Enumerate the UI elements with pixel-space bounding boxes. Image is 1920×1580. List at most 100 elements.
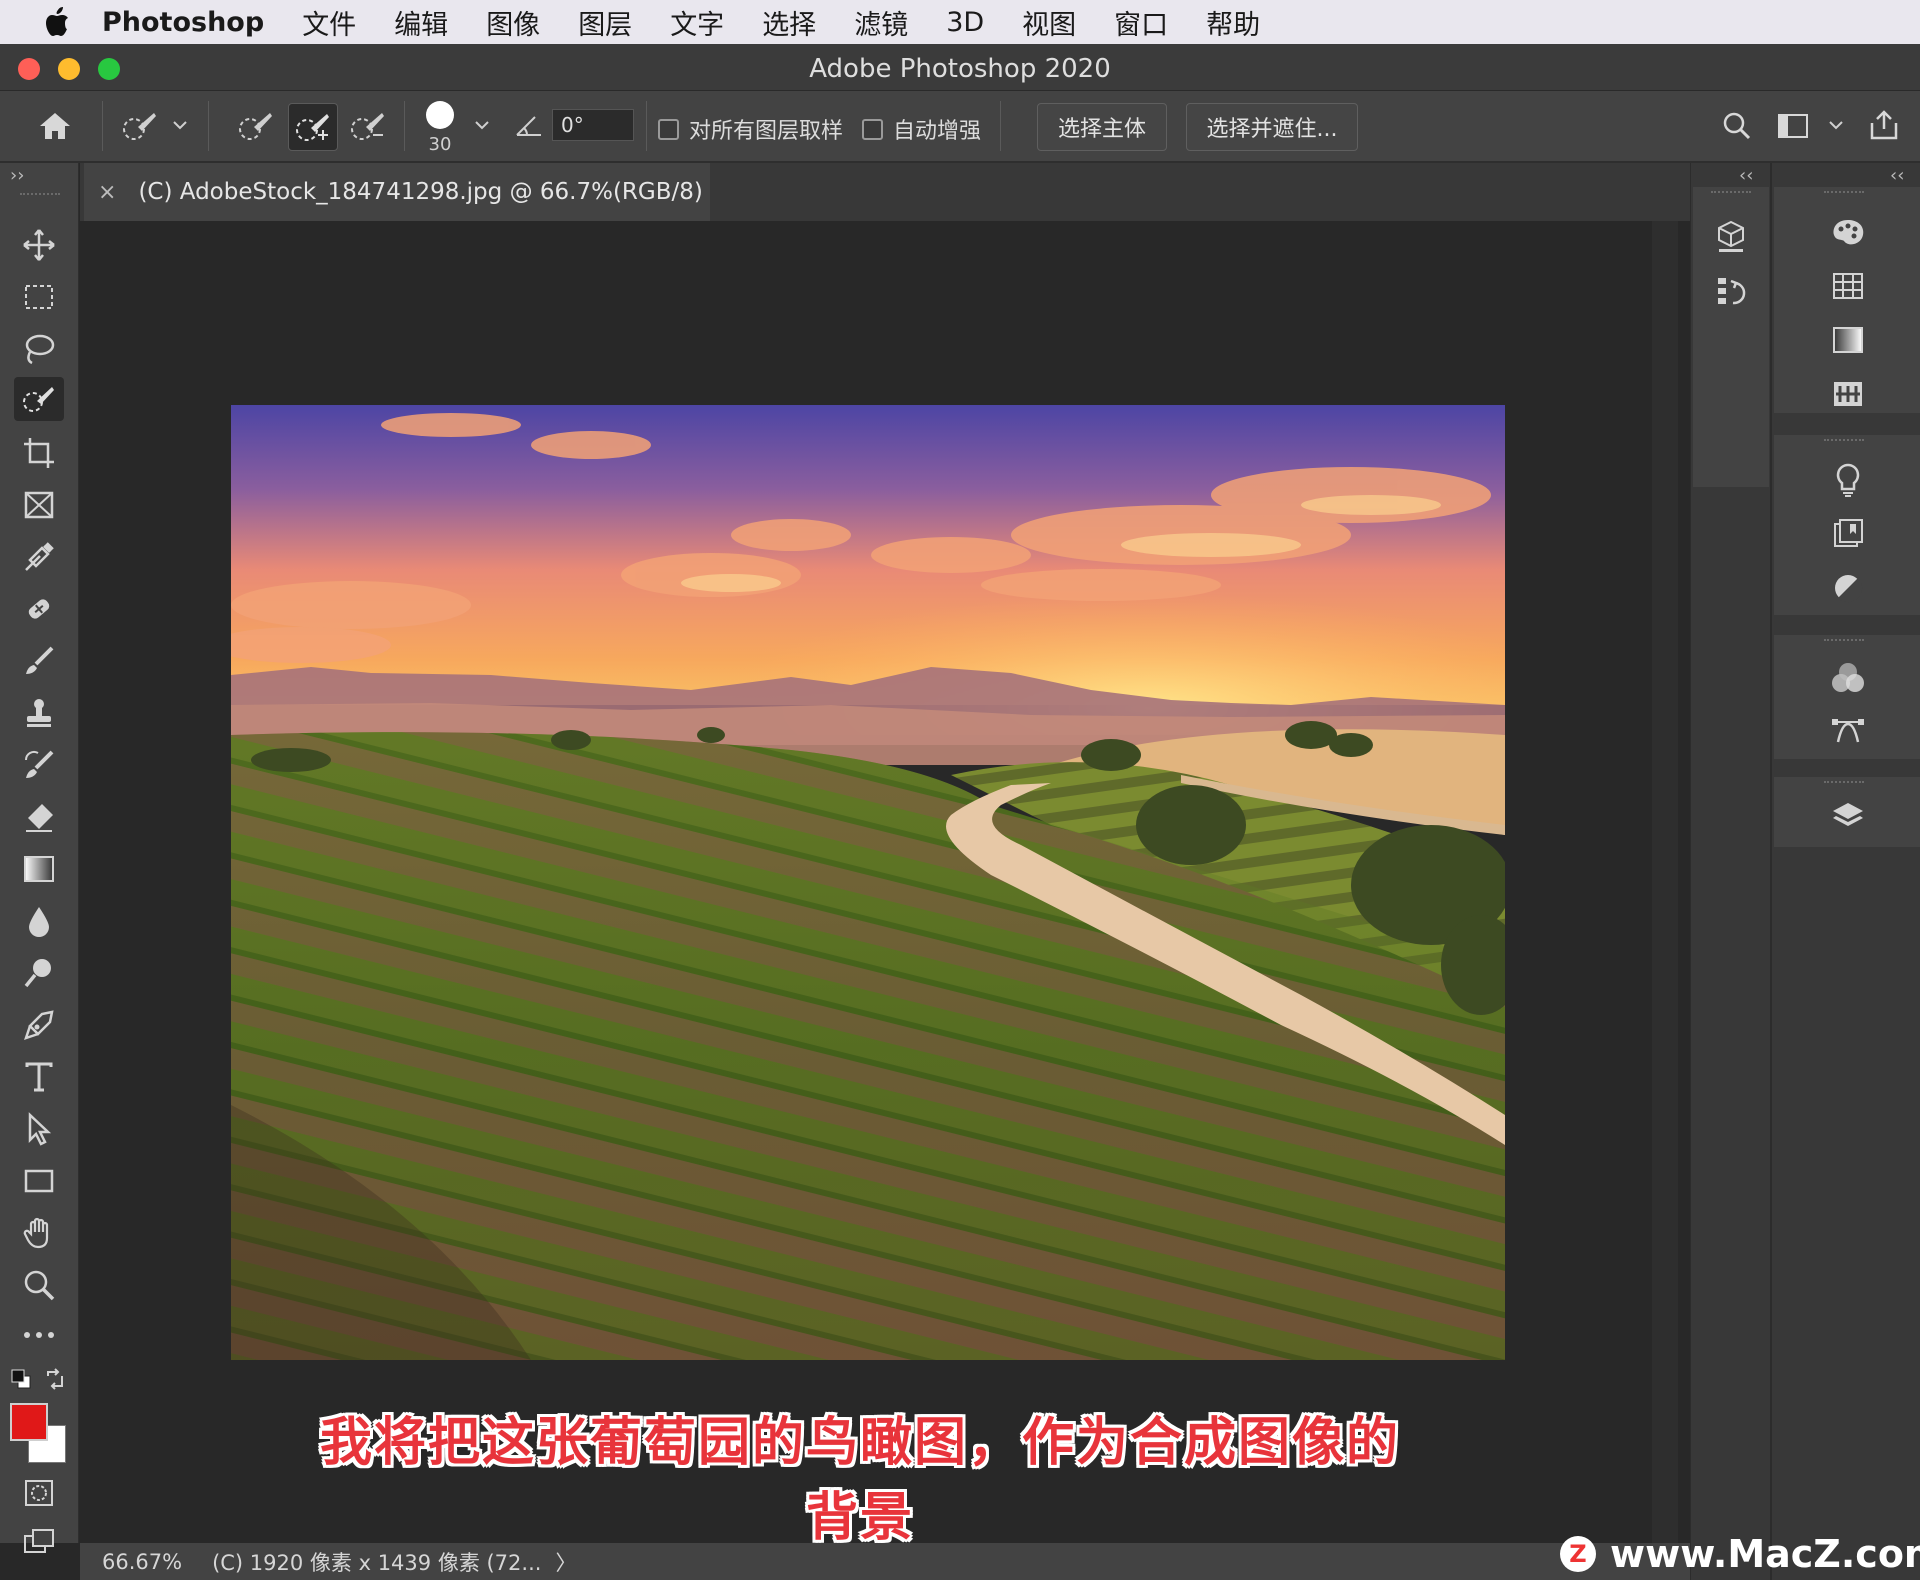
menu-filter[interactable]: 滤镜 — [854, 3, 908, 42]
sample-all-layers-checkbox[interactable]: 对所有图层取样 — [658, 113, 843, 145]
menu-3d[interactable]: 3D — [946, 7, 984, 38]
status-menu-arrow[interactable]: 〉 — [555, 1547, 576, 1577]
checkbox-box[interactable] — [862, 118, 883, 140]
menu-layer[interactable]: 图层 — [578, 3, 632, 42]
eyedropper-tool-icon[interactable] — [14, 535, 64, 579]
default-colors-icon[interactable] — [10, 1368, 32, 1390]
document-tab-bar: × (C) AdobeStock_184741298.jpg @ 66.7%(R… — [80, 163, 1690, 221]
panel-grip[interactable] — [1824, 439, 1864, 447]
panel-grip[interactable] — [1824, 639, 1864, 647]
share-icon[interactable] — [1862, 103, 1906, 147]
swap-colors-icon[interactable] — [44, 1368, 66, 1390]
panel-grip[interactable] — [1711, 191, 1751, 199]
blur-tool-icon[interactable] — [14, 899, 64, 943]
search-icon[interactable] — [1716, 105, 1758, 147]
gradients-icon[interactable] — [1774, 315, 1920, 365]
foreground-color-swatch[interactable] — [10, 1403, 48, 1441]
more-tools-icon[interactable] — [14, 1313, 64, 1357]
libraries-icon[interactable] — [1774, 509, 1920, 559]
menu-app-name[interactable]: Photoshop — [102, 7, 264, 38]
pen-tool-icon[interactable] — [14, 1003, 64, 1047]
history-panel-icon[interactable] — [1693, 267, 1769, 317]
paths-icon[interactable] — [1774, 705, 1920, 755]
adjustments-panel-group — [1774, 435, 1920, 615]
swatches-icon[interactable] — [1774, 261, 1920, 311]
dodge-tool-icon[interactable] — [14, 951, 64, 995]
options-bar: 30 0° 对所有图层取样 自动增强 选择主体 选择并遮住... — [0, 91, 1920, 163]
brush-chevron-down-icon[interactable] — [470, 113, 494, 137]
workspace-chevron-down-icon[interactable] — [1824, 113, 1848, 137]
panel-dock-2-collapse-button[interactable]: ‹‹ — [1890, 165, 1904, 186]
select-and-mask-button[interactable]: 选择并遮住... — [1186, 103, 1358, 151]
learn-lightbulb-icon[interactable] — [1774, 455, 1920, 505]
move-tool-icon[interactable] — [14, 223, 64, 267]
crop-tool-icon[interactable] — [14, 431, 64, 475]
hand-tool-icon[interactable] — [14, 1211, 64, 1255]
layers-icon[interactable] — [1774, 791, 1920, 841]
close-tab-button[interactable]: × — [98, 180, 116, 205]
lasso-tool-icon[interactable] — [14, 327, 64, 371]
patterns-icon[interactable] — [1774, 369, 1920, 419]
angle-icon — [512, 111, 546, 141]
menu-window[interactable]: 窗口 — [1114, 3, 1168, 42]
history-brush-tool-icon[interactable] — [14, 743, 64, 787]
panel-dock-1-collapse-button[interactable]: ‹‹ — [1739, 165, 1753, 186]
document-tab[interactable]: × (C) AdobeStock_184741298.jpg @ 66.7%(R… — [84, 163, 710, 221]
menu-edit[interactable]: 编辑 — [394, 3, 448, 42]
brush-preview-icon[interactable] — [420, 99, 460, 131]
zoom-tool-icon[interactable] — [14, 1263, 64, 1307]
quick-mask-icon[interactable] — [14, 1471, 64, 1515]
screen-mode-icon[interactable] — [14, 1519, 64, 1563]
menu-select[interactable]: 选择 — [762, 3, 816, 42]
new-selection-icon[interactable] — [232, 103, 280, 149]
workspace-icon[interactable] — [1772, 105, 1814, 147]
gradient-tool-icon[interactable] — [14, 847, 64, 891]
home-icon[interactable] — [32, 105, 78, 147]
tools-panel: ›› — [0, 163, 79, 1553]
marquee-tool-icon[interactable] — [14, 275, 64, 319]
apple-icon[interactable] — [40, 5, 74, 39]
healing-brush-tool-icon[interactable] — [14, 587, 64, 631]
vertical-scrollbar[interactable] — [1652, 221, 1678, 1543]
vineyard-photo[interactable] — [231, 405, 1505, 1360]
chevron-down-icon[interactable] — [168, 113, 192, 137]
path-selection-tool-icon[interactable] — [14, 1107, 64, 1151]
clone-stamp-tool-icon[interactable] — [14, 691, 64, 735]
checkbox-box[interactable] — [658, 118, 679, 140]
adjustments-icon[interactable] — [1774, 563, 1920, 613]
brush-tool-icon[interactable] — [14, 639, 64, 683]
add-to-selection-icon[interactable] — [288, 103, 338, 151]
panel-grip[interactable] — [1824, 781, 1864, 789]
select-subject-button[interactable]: 选择主体 — [1037, 103, 1167, 151]
color-palette-icon[interactable] — [1774, 207, 1920, 257]
subtract-from-selection-icon[interactable] — [344, 103, 392, 149]
frame-tool-icon[interactable] — [14, 483, 64, 527]
zoom-level[interactable]: 66.67% — [102, 1550, 182, 1574]
panel-dock-1: ‹‹ — [1690, 163, 1771, 1580]
watermark-logo: Z — [1560, 1536, 1596, 1572]
auto-enhance-checkbox[interactable]: 自动增强 — [862, 113, 981, 145]
window-title: Adobe Photoshop 2020 — [809, 54, 1111, 84]
quick-selection-preset-icon[interactable] — [116, 105, 164, 147]
menu-file[interactable]: 文件 — [302, 3, 356, 42]
quick-selection-tool-icon[interactable] — [14, 377, 64, 421]
menu-type[interactable]: 文字 — [670, 3, 724, 42]
menu-image[interactable]: 图像 — [486, 3, 540, 42]
panel-grip[interactable] — [20, 193, 60, 201]
watermark: Z www.MacZ.com — [1560, 1532, 1920, 1576]
status-bar: 66.67% (C) 1920 像素 x 1439 像素 (72... 〉 — [80, 1543, 1690, 1580]
eraser-tool-icon[interactable] — [14, 795, 64, 839]
tools-collapse-button[interactable]: ›› — [10, 165, 24, 186]
properties-3d-icon[interactable] — [1693, 211, 1769, 261]
menu-view[interactable]: 视图 — [1022, 3, 1076, 42]
document-tab-title: (C) AdobeStock_184741298.jpg @ 66.7%(RGB… — [138, 179, 703, 205]
menu-help[interactable]: 帮助 — [1206, 3, 1260, 42]
angle-input[interactable]: 0° — [552, 109, 634, 141]
panel-grip[interactable] — [1824, 191, 1864, 199]
rectangle-tool-icon[interactable] — [14, 1159, 64, 1203]
type-tool-icon[interactable] — [14, 1055, 64, 1099]
channels-icon[interactable] — [1774, 653, 1920, 703]
watermark-text: www.MacZ.com — [1610, 1532, 1920, 1576]
subtitle-caption: 我将把这张葡萄园的鸟瞰图，作为合成图像的背景 — [319, 1413, 1400, 1548]
panel-dock-1-group — [1693, 187, 1769, 487]
